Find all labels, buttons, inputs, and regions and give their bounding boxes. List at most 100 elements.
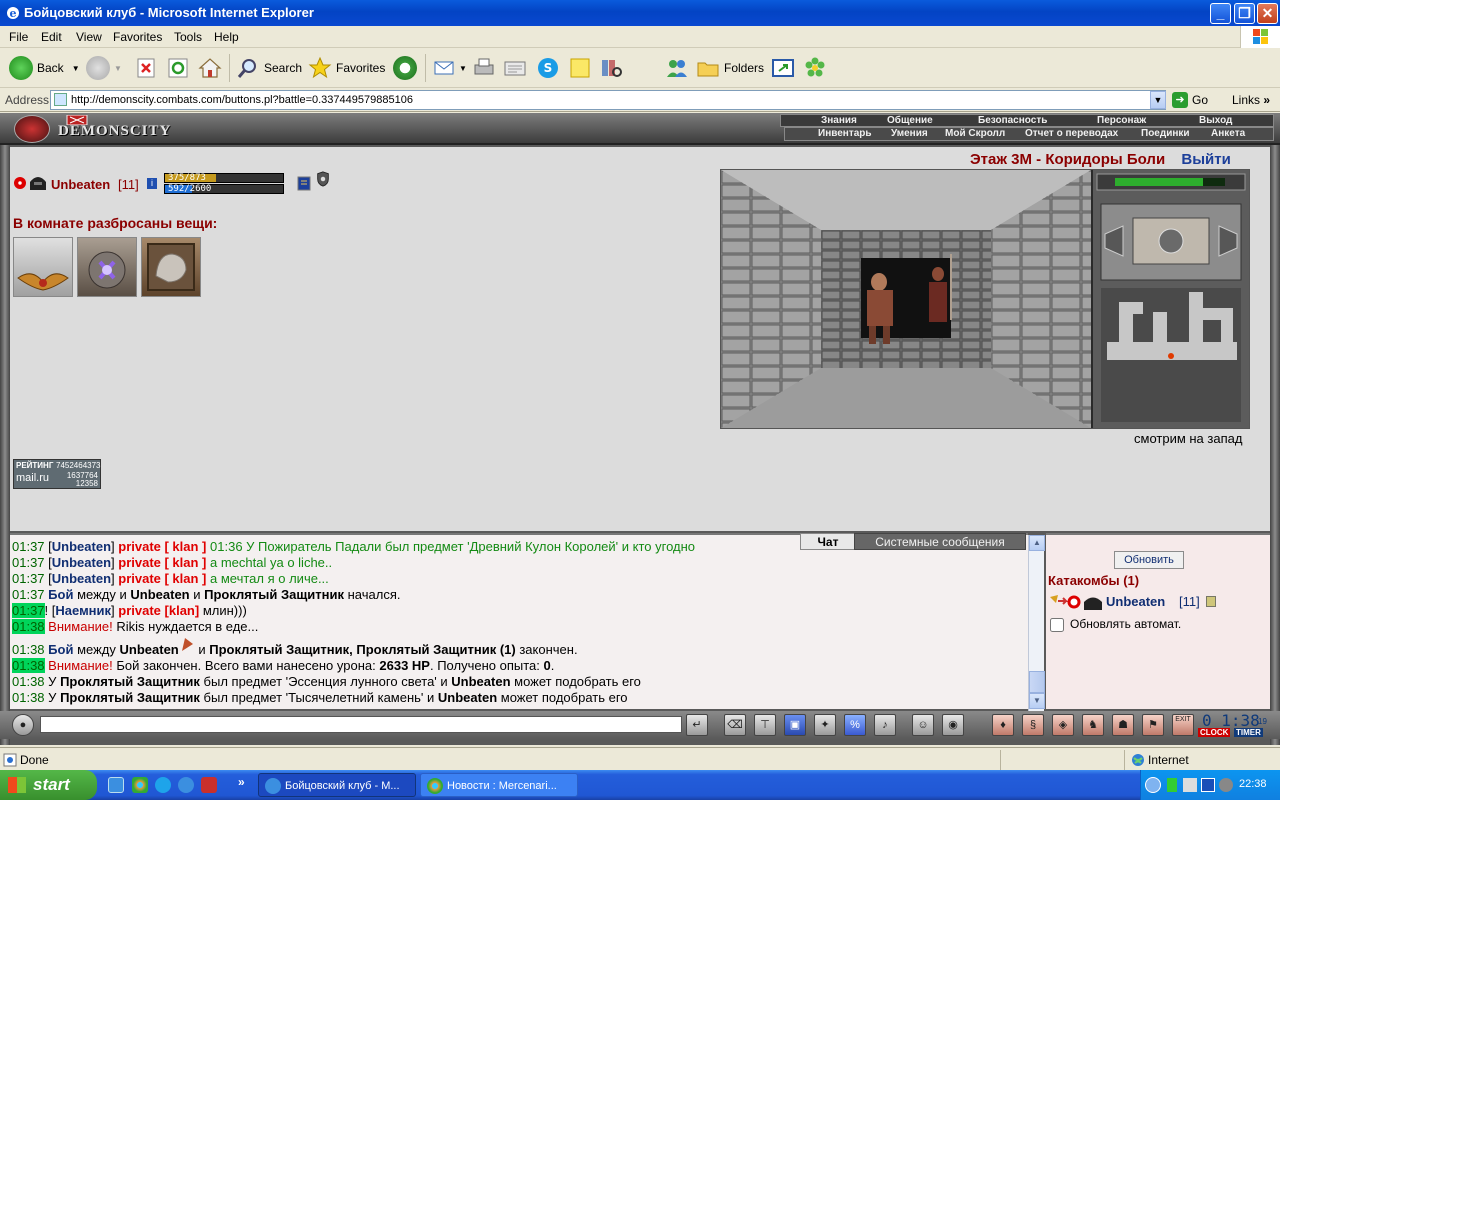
show-desktop-icon[interactable] — [108, 777, 124, 793]
menu-favorites[interactable]: Favorites — [113, 30, 162, 44]
forward-button[interactable]: ▼ — [86, 55, 122, 81]
minimize-button[interactable]: _ — [1210, 3, 1231, 24]
skype-quicklaunch-icon[interactable] — [155, 777, 171, 793]
nav-transfer-report[interactable]: Отчет о переводах — [1025, 128, 1118, 140]
knight-icon[interactable]: ♞ — [1082, 714, 1104, 736]
floor-item-essence[interactable] — [77, 237, 137, 297]
scroll-thumb[interactable] — [1029, 671, 1045, 693]
nav-communication[interactable]: Общение — [887, 115, 933, 127]
ie-quicklaunch-icon[interactable] — [178, 777, 194, 793]
edit-button[interactable] — [503, 55, 529, 81]
tray-volume-icon[interactable] — [1219, 778, 1233, 792]
flag-icon[interactable]: ⚑ — [1142, 714, 1164, 736]
filter-icon[interactable]: ⊤ — [754, 714, 776, 736]
skype-button[interactable]: S — [536, 55, 560, 81]
chat-log[interactable]: 01:37 [Unbeaten] private [ klan ] 01:36 … — [10, 533, 1028, 709]
back-dropdown-icon[interactable]: ▼ — [72, 64, 80, 73]
menu-tools[interactable]: Tools — [174, 30, 202, 44]
exit-link[interactable]: Выйти — [1181, 151, 1230, 168]
links-button[interactable]: Links » — [1232, 93, 1270, 107]
nav-duels[interactable]: Поединки — [1141, 128, 1190, 140]
refresh-online-button[interactable]: Обновить — [1114, 551, 1184, 569]
smiley-icon[interactable]: ☺ — [912, 714, 934, 736]
exit-door-icon[interactable]: EXIT — [1172, 714, 1194, 736]
home-button[interactable] — [198, 55, 222, 81]
fighter-icon[interactable]: ✦ — [814, 714, 836, 736]
back-button[interactable]: Back ▼ — [9, 55, 80, 81]
history-button[interactable] — [393, 55, 421, 81]
close-button[interactable]: ✕ — [1257, 3, 1278, 24]
helmet-chat-icon[interactable]: ◉ — [942, 714, 964, 736]
nav-security[interactable]: Безопасность — [978, 115, 1047, 127]
maximize-button[interactable]: ❐ — [1234, 3, 1255, 24]
tray-monitor-icon[interactable] — [1201, 778, 1215, 792]
tray-clock[interactable]: 22:38 — [1239, 778, 1267, 790]
menu-help[interactable]: Help — [214, 30, 239, 44]
floor-item-amulet[interactable] — [13, 237, 73, 297]
chat-scrollbar[interactable]: ▲ ▼ — [1028, 535, 1045, 711]
battle-flag-icon[interactable] — [179, 636, 195, 652]
tab-system-messages[interactable]: Системные сообщения — [854, 533, 1026, 550]
forward-dropdown-icon[interactable]: ▼ — [114, 64, 122, 73]
user-info-icon[interactable] — [1206, 596, 1216, 607]
tray-expand-icon[interactable] — [1145, 777, 1161, 793]
mailru-rating-counter[interactable]: РЕЙТИНГ 7452464373 mail.ru 1637764 12358 — [13, 459, 101, 489]
menu-view[interactable]: View — [76, 30, 102, 44]
chat-menu-icon[interactable]: ● — [12, 714, 34, 736]
quicklaunch-more-icon[interactable]: » — [238, 775, 245, 789]
messenger-button[interactable] — [665, 55, 689, 81]
shield-icon[interactable] — [316, 171, 330, 187]
address-input[interactable] — [50, 90, 1166, 110]
send-icon[interactable]: ↵ — [686, 714, 708, 736]
auto-refresh-checkbox[interactable]: Обновлять автомат. — [1048, 617, 1181, 632]
notes-button[interactable] — [568, 55, 592, 81]
info-icon[interactable]: i — [147, 178, 157, 189]
character-name[interactable]: Unbeaten — [51, 177, 110, 192]
mail-dropdown-icon[interactable]: ▼ — [459, 64, 467, 73]
percent-icon[interactable]: % — [844, 714, 866, 736]
menu-edit[interactable]: Edit — [41, 30, 62, 44]
nav-inventory[interactable]: Инвентарь — [818, 128, 872, 140]
research-button[interactable] — [599, 55, 623, 81]
task-ie-window[interactable]: Бойцовский клуб - M... — [258, 773, 416, 797]
task-chrome-window[interactable]: Новости : Mercenari... — [420, 773, 578, 797]
nav-exit[interactable]: Выход — [1199, 115, 1232, 127]
scroll-badge-icon[interactable] — [297, 175, 311, 191]
nav-knowledge[interactable]: Знания — [821, 115, 857, 127]
clear-icon[interactable]: ⌫ — [724, 714, 746, 736]
scroll-down-icon[interactable]: ▼ — [1029, 693, 1045, 709]
chat-input[interactable] — [40, 716, 682, 733]
sound-icon[interactable]: ♪ — [874, 714, 896, 736]
nav-profile[interactable]: Анкета — [1211, 128, 1245, 140]
menu-file[interactable]: File — [9, 30, 28, 44]
nav-character[interactable]: Персонаж — [1097, 115, 1146, 127]
online-user-name[interactable]: Unbeaten — [1106, 594, 1165, 609]
tray-network-icon[interactable] — [1183, 778, 1197, 792]
refresh-button[interactable] — [167, 55, 189, 81]
start-button[interactable]: start — [0, 770, 97, 800]
clock-timer[interactable]: 0 1:38 19 CLOCK TIMER — [1198, 711, 1270, 737]
tab-chat[interactable]: Чат — [800, 533, 856, 550]
address-dropdown-icon[interactable]: ▼ — [1150, 91, 1166, 109]
nav-skills[interactable]: Умения — [891, 128, 928, 140]
demonscity-logo[interactable]: DEMONSCITY — [14, 115, 184, 143]
bag-icon[interactable]: ♦ — [992, 714, 1014, 736]
fullscreen-button[interactable] — [771, 55, 795, 81]
floor-item-stone[interactable] — [141, 237, 201, 297]
search-button[interactable]: Search — [236, 55, 302, 81]
favorites-button[interactable]: Favorites — [308, 55, 385, 81]
scroll-up-icon[interactable]: ▲ — [1029, 535, 1045, 551]
armor-icon[interactable]: ◈ — [1052, 714, 1074, 736]
group-icon[interactable]: ☗ — [1112, 714, 1134, 736]
media-icon[interactable] — [201, 777, 217, 793]
folders-button[interactable]: Folders — [696, 55, 764, 81]
tray-app-icon[interactable] — [1167, 778, 1177, 792]
corridor-view[interactable] — [721, 170, 1091, 428]
print-button[interactable] — [472, 55, 496, 81]
stop-button[interactable] — [136, 55, 156, 81]
mail-button[interactable]: ▼ — [433, 55, 467, 81]
scroll-icon[interactable]: § — [1022, 714, 1044, 736]
nav-my-scroll[interactable]: Мой Скролл — [945, 128, 1005, 140]
auto-refresh-input[interactable] — [1050, 617, 1064, 632]
chrome-icon[interactable] — [132, 777, 148, 793]
